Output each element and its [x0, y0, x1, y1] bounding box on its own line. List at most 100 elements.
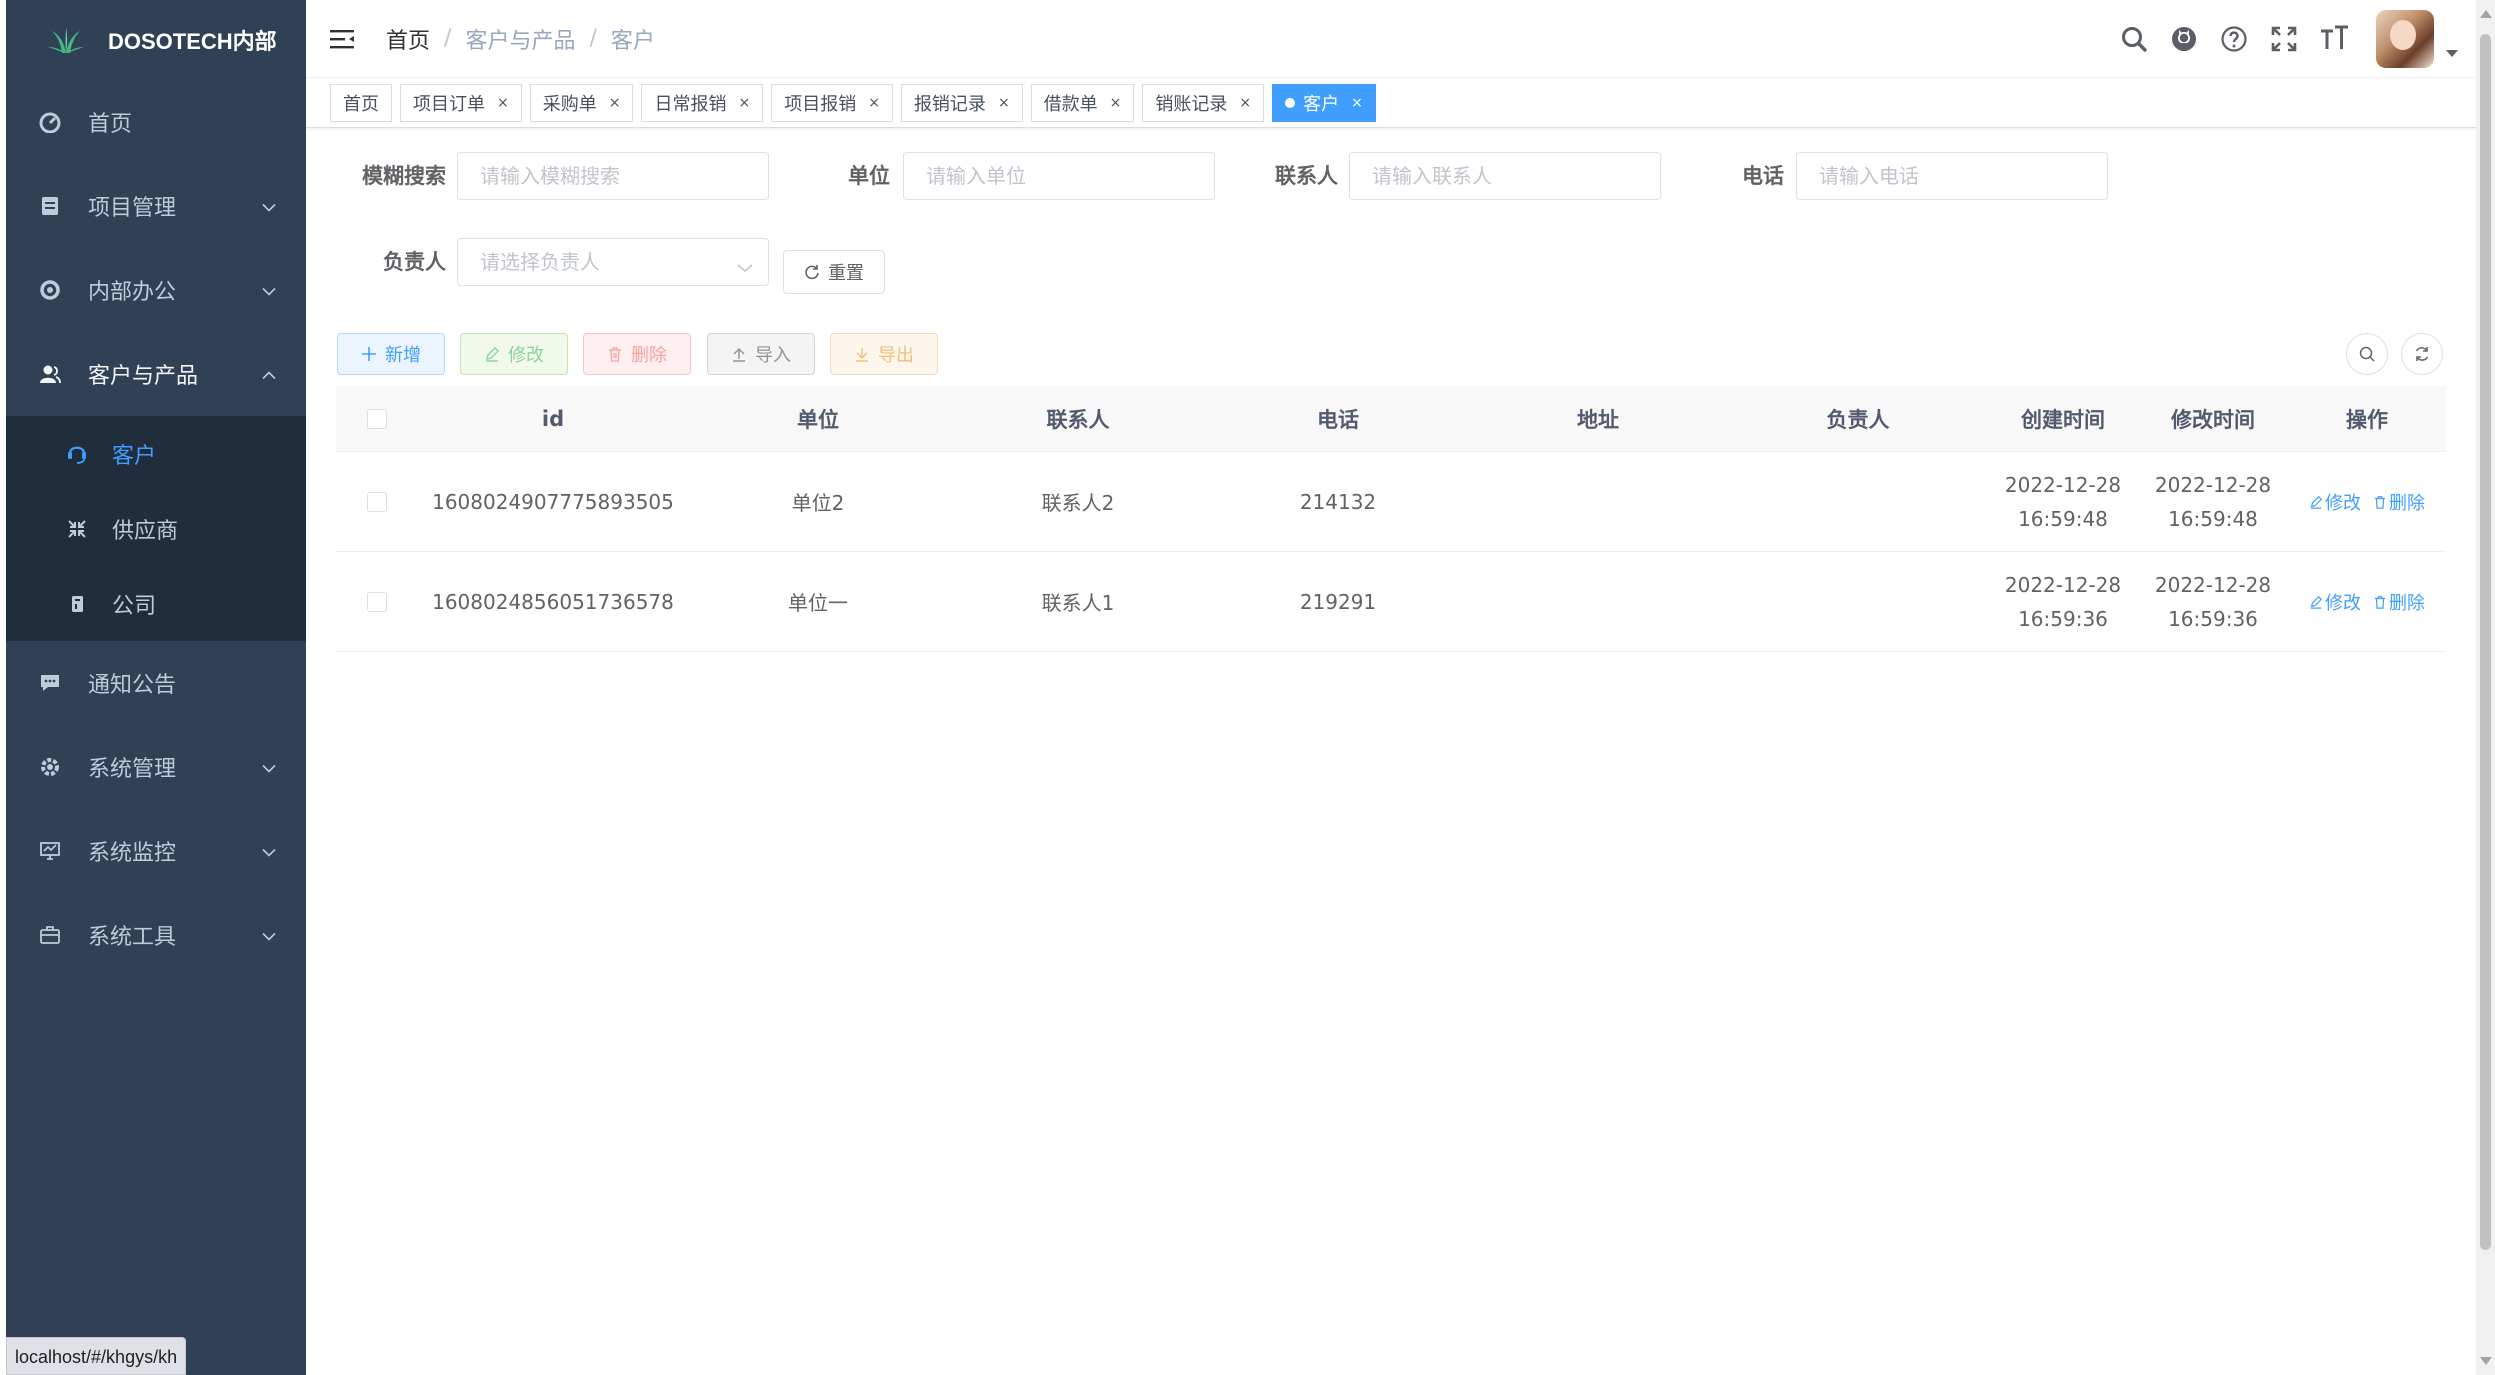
refresh-table-button[interactable] — [2401, 333, 2443, 375]
tag-label: 采购单 — [542, 93, 597, 115]
reset-button[interactable]: 重置 — [783, 250, 885, 294]
delete-button[interactable]: 删除 — [583, 333, 691, 375]
tag-customer[interactable]: 客户 × — [1272, 83, 1376, 122]
created-date: 2022-12-28 — [2004, 472, 2122, 497]
row-checkbox[interactable] — [367, 591, 387, 612]
sidebar-item-system-manage[interactable]: 系统管理 — [6, 725, 306, 809]
modified-date: 2022-12-28 — [2154, 472, 2272, 497]
cell-contact: 联系人1 — [1041, 591, 1115, 615]
row-delete-link[interactable]: 删除 — [2373, 589, 2425, 615]
close-icon[interactable]: × — [738, 95, 750, 111]
cell-phone: 219291 — [1299, 589, 1377, 614]
sidebar-item-label: 客户与产品 — [88, 364, 199, 389]
close-icon[interactable]: × — [868, 95, 880, 111]
sidebar-subitem-supplier[interactable]: 供应商 — [6, 491, 306, 566]
row-edit-link[interactable]: 修改 — [2309, 589, 2361, 615]
customer-table: id 单位 联系人 电话 地址 负责人 创建时间 修改时间 操作 1608024… — [336, 386, 2446, 652]
tag-label: 借款单 — [1043, 93, 1098, 115]
phone-input[interactable] — [1796, 152, 2108, 200]
tag-loan-form[interactable]: 借款单 × — [1030, 83, 1135, 122]
scroll-down-icon[interactable] — [2480, 1357, 2492, 1365]
sidebar-subitem-customer[interactable]: 客户 — [6, 416, 306, 491]
close-icon[interactable]: × — [609, 95, 621, 111]
edit-icon — [2310, 595, 2323, 609]
scrollbar-thumb[interactable] — [2480, 34, 2491, 1250]
logo[interactable]: DOSOTECH内部 — [6, 0, 306, 80]
sidebar-subitem-label: 供应商 — [112, 518, 179, 544]
upload-icon — [731, 346, 747, 362]
created-time: 16:59:48 — [2018, 506, 2108, 531]
tag-write-off-record[interactable]: 销账记录 × — [1142, 83, 1265, 122]
close-icon[interactable]: × — [1351, 95, 1363, 111]
select-all-checkbox[interactable] — [367, 408, 387, 429]
tag-project-reimbursement[interactable]: 项目报销 × — [771, 83, 893, 122]
header-unit: 单位 — [797, 407, 839, 432]
row-checkbox-cell — [336, 591, 418, 612]
add-button[interactable]: 新增 — [337, 333, 445, 375]
sidebar-subitem-label: 客户 — [112, 443, 157, 469]
breadcrumb-item-customer-product: 客户与产品 — [465, 28, 576, 54]
monitor-icon — [36, 837, 64, 865]
scroll-up-icon[interactable] — [2480, 10, 2492, 18]
row-checkbox-cell — [336, 491, 418, 512]
supplier-icon — [64, 516, 90, 542]
export-button[interactable]: 导出 — [830, 333, 938, 375]
close-icon[interactable]: × — [1239, 95, 1251, 111]
edit-button[interactable]: 修改 — [460, 333, 568, 375]
close-icon[interactable]: × — [497, 95, 509, 111]
tag-label: 报销记录 — [913, 93, 986, 115]
hamburger-icon[interactable] — [330, 28, 356, 50]
plus-icon — [361, 346, 377, 362]
search-icon — [2359, 346, 2375, 362]
tag-label: 项目报销 — [784, 93, 857, 115]
sidebar-item-label: 内部办公 — [88, 280, 177, 305]
owner-select[interactable] — [457, 238, 769, 286]
active-dot-icon — [1285, 97, 1296, 108]
breadcrumb-item-customer: 客户 — [610, 28, 655, 54]
fuzzy-search-input[interactable] — [457, 152, 769, 200]
cell-unit: 单位一 — [788, 591, 848, 615]
row-delete-link[interactable]: 删除 — [2373, 489, 2425, 515]
sidebar-item-home[interactable]: 首页 — [6, 80, 306, 164]
header-address: 地址 — [1577, 407, 1619, 432]
row-edit-link[interactable]: 修改 — [2309, 489, 2361, 515]
sidebar-item-system-tools[interactable]: 系统工具 — [6, 893, 306, 977]
sidebar-item-system-monitor[interactable]: 系统监控 — [6, 809, 306, 893]
owner-label: 负责人 — [383, 250, 446, 274]
font-size-icon[interactable] — [2318, 23, 2350, 55]
page-scrollbar[interactable] — [2476, 0, 2495, 1375]
search-icon[interactable] — [2118, 23, 2150, 55]
close-icon[interactable]: × — [1110, 95, 1122, 111]
row-checkbox[interactable] — [367, 491, 387, 512]
row-delete-label: 删除 — [2389, 492, 2425, 514]
owner-select-input[interactable] — [457, 238, 769, 286]
caret-down-icon[interactable] — [2446, 39, 2458, 63]
cell-contact: 联系人2 — [1041, 491, 1115, 515]
tag-purchase-order[interactable]: 采购单 × — [529, 83, 634, 122]
sidebar-item-notice[interactable]: 通知公告 — [6, 641, 306, 725]
unit-input[interactable] — [903, 152, 1215, 200]
close-icon[interactable]: × — [998, 95, 1010, 111]
breadcrumb-item-home[interactable]: 首页 — [386, 23, 430, 55]
sidebar-subitem-company[interactable]: 公司 — [6, 566, 306, 641]
cell-created-time: 2022-12-28 16:59:36 — [1988, 568, 2138, 636]
tag-project-order[interactable]: 项目订单 × — [400, 83, 522, 122]
tag-daily-reimbursement[interactable]: 日常报销 × — [641, 83, 764, 122]
delete-button-label: 删除 — [631, 345, 667, 366]
import-button[interactable]: 导入 — [707, 333, 815, 375]
office-icon — [36, 276, 64, 304]
avatar[interactable] — [2376, 10, 2434, 68]
contact-input[interactable] — [1349, 152, 1661, 200]
github-icon[interactable] — [2168, 23, 2200, 55]
help-icon[interactable] — [2218, 23, 2250, 55]
fullscreen-icon[interactable] — [2268, 23, 2300, 55]
chevron-down-icon — [262, 839, 276, 864]
tag-home[interactable]: 首页 — [330, 83, 392, 122]
header-created-time: 创建时间 — [2021, 407, 2105, 432]
toggle-search-button[interactable] — [2346, 333, 2388, 375]
tag-reimbursement-record[interactable]: 报销记录 × — [900, 83, 1023, 122]
user-group-icon — [36, 360, 64, 388]
sidebar-item-project[interactable]: 项目管理 — [6, 164, 306, 248]
sidebar-item-office[interactable]: 内部办公 — [6, 248, 306, 332]
sidebar-item-customer-product[interactable]: 客户与产品 — [6, 332, 306, 416]
